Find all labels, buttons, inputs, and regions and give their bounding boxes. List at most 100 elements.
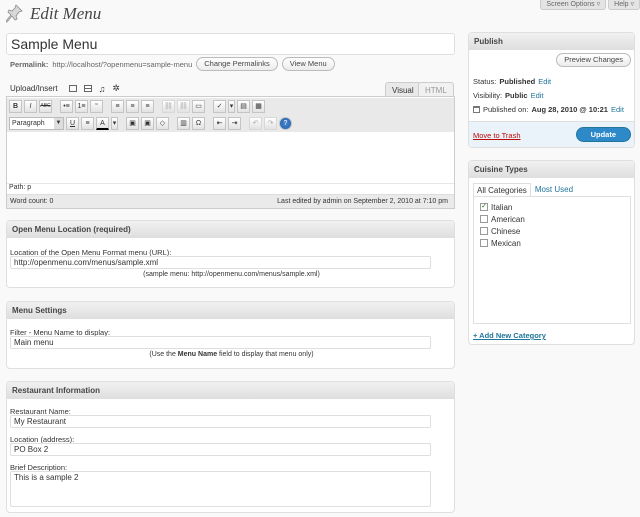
remove-format-button[interactable]: ◇ bbox=[156, 117, 169, 130]
permalink-url: http://localhost/?openmenu=sample-menu bbox=[52, 59, 193, 69]
update-button[interactable]: Update bbox=[575, 127, 631, 142]
editor-content-area[interactable] bbox=[7, 133, 454, 183]
tab-most-used[interactable]: Most Used bbox=[531, 183, 577, 197]
cuisine-tabs: All Categories Most Used bbox=[473, 183, 577, 197]
screen-options-button[interactable]: Screen Options ▿ bbox=[540, 0, 607, 10]
insert-more-button[interactable]: ▭ bbox=[192, 100, 205, 113]
restaurant-info-title: Restaurant Information bbox=[7, 382, 454, 399]
view-menu-button[interactable]: View Menu bbox=[281, 57, 335, 71]
format-select-value: Paragraph bbox=[12, 120, 45, 127]
publish-box: Publish Preview Changes Status: Publishe… bbox=[468, 32, 635, 148]
checkbox[interactable] bbox=[480, 239, 488, 247]
move-to-trash-link[interactable]: Move to Trash bbox=[473, 131, 521, 140]
category-label: American bbox=[491, 214, 525, 224]
category-item[interactable]: Chinese bbox=[480, 225, 624, 237]
preview-changes-button[interactable]: Preview Changes bbox=[556, 53, 631, 67]
published-on-edit-link[interactable]: Edit bbox=[611, 105, 624, 114]
add-video-icon[interactable] bbox=[83, 85, 92, 92]
status-label: Status: bbox=[473, 77, 497, 86]
align-right-button[interactable]: ≡ bbox=[141, 100, 154, 113]
menu-location-hint: (sample menu: http://openmenu.com/menus/… bbox=[143, 271, 320, 278]
checkbox[interactable] bbox=[480, 227, 488, 235]
fullscreen-button[interactable]: ▤ bbox=[237, 100, 250, 113]
visibility-row: Visibility: Public Edit bbox=[473, 91, 544, 100]
restaurant-name-input[interactable]: My Restaurant bbox=[10, 415, 431, 428]
editor-status-bar: Word count: 0 Last edited by admin on Se… bbox=[7, 194, 454, 208]
visibility-edit-link[interactable]: Edit bbox=[531, 91, 544, 100]
status-edit-link[interactable]: Edit bbox=[538, 77, 551, 86]
bold-button[interactable]: B bbox=[9, 100, 22, 113]
checkbox[interactable]: ✓ bbox=[480, 203, 488, 211]
last-edited: Last edited by admin on September 2, 201… bbox=[277, 198, 448, 205]
justify-button[interactable]: ≡ bbox=[81, 117, 94, 130]
category-item[interactable]: Mexican bbox=[480, 237, 624, 249]
tab-visual[interactable]: Visual bbox=[385, 82, 421, 97]
bullet-list-button[interactable]: •≡ bbox=[60, 100, 73, 113]
chevron-down-icon: ▼ bbox=[54, 118, 63, 129]
italic-button[interactable]: I bbox=[24, 100, 37, 113]
page-header: Edit Menu bbox=[6, 4, 101, 24]
menu-location-input[interactable]: http://openmenu.com/menus/sample.xml bbox=[10, 256, 431, 269]
add-new-category-link[interactable]: + Add New Category bbox=[473, 331, 546, 340]
menu-name-hint: (Use the Menu Name field to display that… bbox=[7, 351, 456, 358]
category-label: Chinese bbox=[491, 226, 521, 236]
word-count: Word count: 0 bbox=[10, 198, 54, 205]
menu-name-filter-input[interactable]: Main menu bbox=[10, 336, 431, 349]
text-color-dropdown-icon[interactable]: ▾ bbox=[111, 117, 118, 130]
editor-toolbar-row1: B I ABC •≡ 1≡ “ ≡ ≡ ≡ ⛓ ⛓ ▭ ✓ ▾ ▤ ▦ bbox=[7, 98, 454, 115]
post-title-input[interactable]: Sample Menu bbox=[6, 33, 455, 55]
redo-button[interactable]: ↷ bbox=[264, 117, 277, 130]
published-on-label: Published on: bbox=[483, 105, 529, 114]
brief-description-textarea[interactable]: This is a sample 2 bbox=[10, 471, 431, 507]
help-button[interactable]: Help ▿ bbox=[608, 0, 640, 10]
calendar-icon bbox=[473, 106, 480, 113]
spellcheck-dropdown-icon[interactable]: ▾ bbox=[228, 100, 235, 113]
align-center-button[interactable]: ≡ bbox=[126, 100, 139, 113]
special-character-button[interactable]: Ω bbox=[192, 117, 205, 130]
text-color-button[interactable]: A bbox=[96, 117, 109, 130]
change-permalinks-button[interactable]: Change Permalinks bbox=[196, 57, 278, 71]
upload-insert-label: Upload/Insert bbox=[10, 84, 58, 93]
strikethrough-button[interactable]: ABC bbox=[39, 100, 52, 113]
menu-location-title: Open Menu Location (required) bbox=[7, 221, 454, 238]
checkbox[interactable] bbox=[480, 215, 488, 223]
outdent-button[interactable]: ⇤ bbox=[213, 117, 226, 130]
upload-insert-bar: Upload/Insert ♫ ✲ bbox=[10, 83, 120, 94]
page-title: Edit Menu bbox=[30, 4, 102, 23]
undo-button[interactable]: ↶ bbox=[249, 117, 262, 130]
permalink-label: Permalink: bbox=[10, 59, 49, 69]
published-on-value: Aug 28, 2010 @ 10:21 bbox=[531, 105, 608, 114]
menu-settings-box: Menu Settings Filter - Menu Name to disp… bbox=[6, 301, 455, 369]
top-links: Screen Options ▿ Help ▿ bbox=[540, 0, 640, 10]
category-item[interactable]: American bbox=[480, 213, 624, 225]
visibility-value: Public bbox=[505, 91, 528, 100]
category-label: Italian bbox=[491, 202, 513, 212]
pushpin-icon bbox=[6, 4, 23, 23]
numbered-list-button[interactable]: 1≡ bbox=[75, 100, 88, 113]
help-icon[interactable]: ? bbox=[279, 117, 292, 130]
editor-toolbar-row2: Paragraph ▼ U ≡ A ▾ ▣ ▣ ◇ ▥ Ω ⇤ ⇥ ↶ ↷ ? bbox=[7, 115, 454, 132]
paste-text-button[interactable]: ▣ bbox=[126, 117, 139, 130]
add-audio-icon[interactable]: ♫ bbox=[99, 84, 106, 94]
location-address-input[interactable]: PO Box 2 bbox=[10, 443, 431, 456]
menu-name-hint-post: field to display that menu only) bbox=[217, 351, 314, 358]
add-image-icon[interactable] bbox=[68, 85, 77, 92]
align-left-button[interactable]: ≡ bbox=[111, 100, 124, 113]
blockquote-button[interactable]: “ bbox=[90, 100, 103, 113]
unlink-button[interactable]: ⛓ bbox=[177, 100, 190, 113]
status-value: Published bbox=[499, 77, 536, 86]
add-media-icon[interactable]: ✲ bbox=[112, 83, 120, 94]
spellcheck-button[interactable]: ✓ bbox=[213, 100, 226, 113]
paste-word-button[interactable]: ▣ bbox=[141, 117, 154, 130]
status-row: Status: Published Edit bbox=[473, 77, 551, 86]
tab-html[interactable]: HTML bbox=[418, 82, 454, 97]
category-item[interactable]: ✓ Italian bbox=[480, 201, 624, 213]
kitchen-sink-button[interactable]: ▦ bbox=[252, 100, 265, 113]
tab-all-categories[interactable]: All Categories bbox=[473, 183, 531, 197]
insert-media-button[interactable]: ▥ bbox=[177, 117, 190, 130]
underline-button[interactable]: U bbox=[66, 117, 79, 130]
format-select[interactable]: Paragraph ▼ bbox=[9, 117, 64, 130]
insert-link-button[interactable]: ⛓ bbox=[162, 100, 175, 113]
menu-settings-title: Menu Settings bbox=[7, 302, 454, 319]
indent-button[interactable]: ⇥ bbox=[228, 117, 241, 130]
